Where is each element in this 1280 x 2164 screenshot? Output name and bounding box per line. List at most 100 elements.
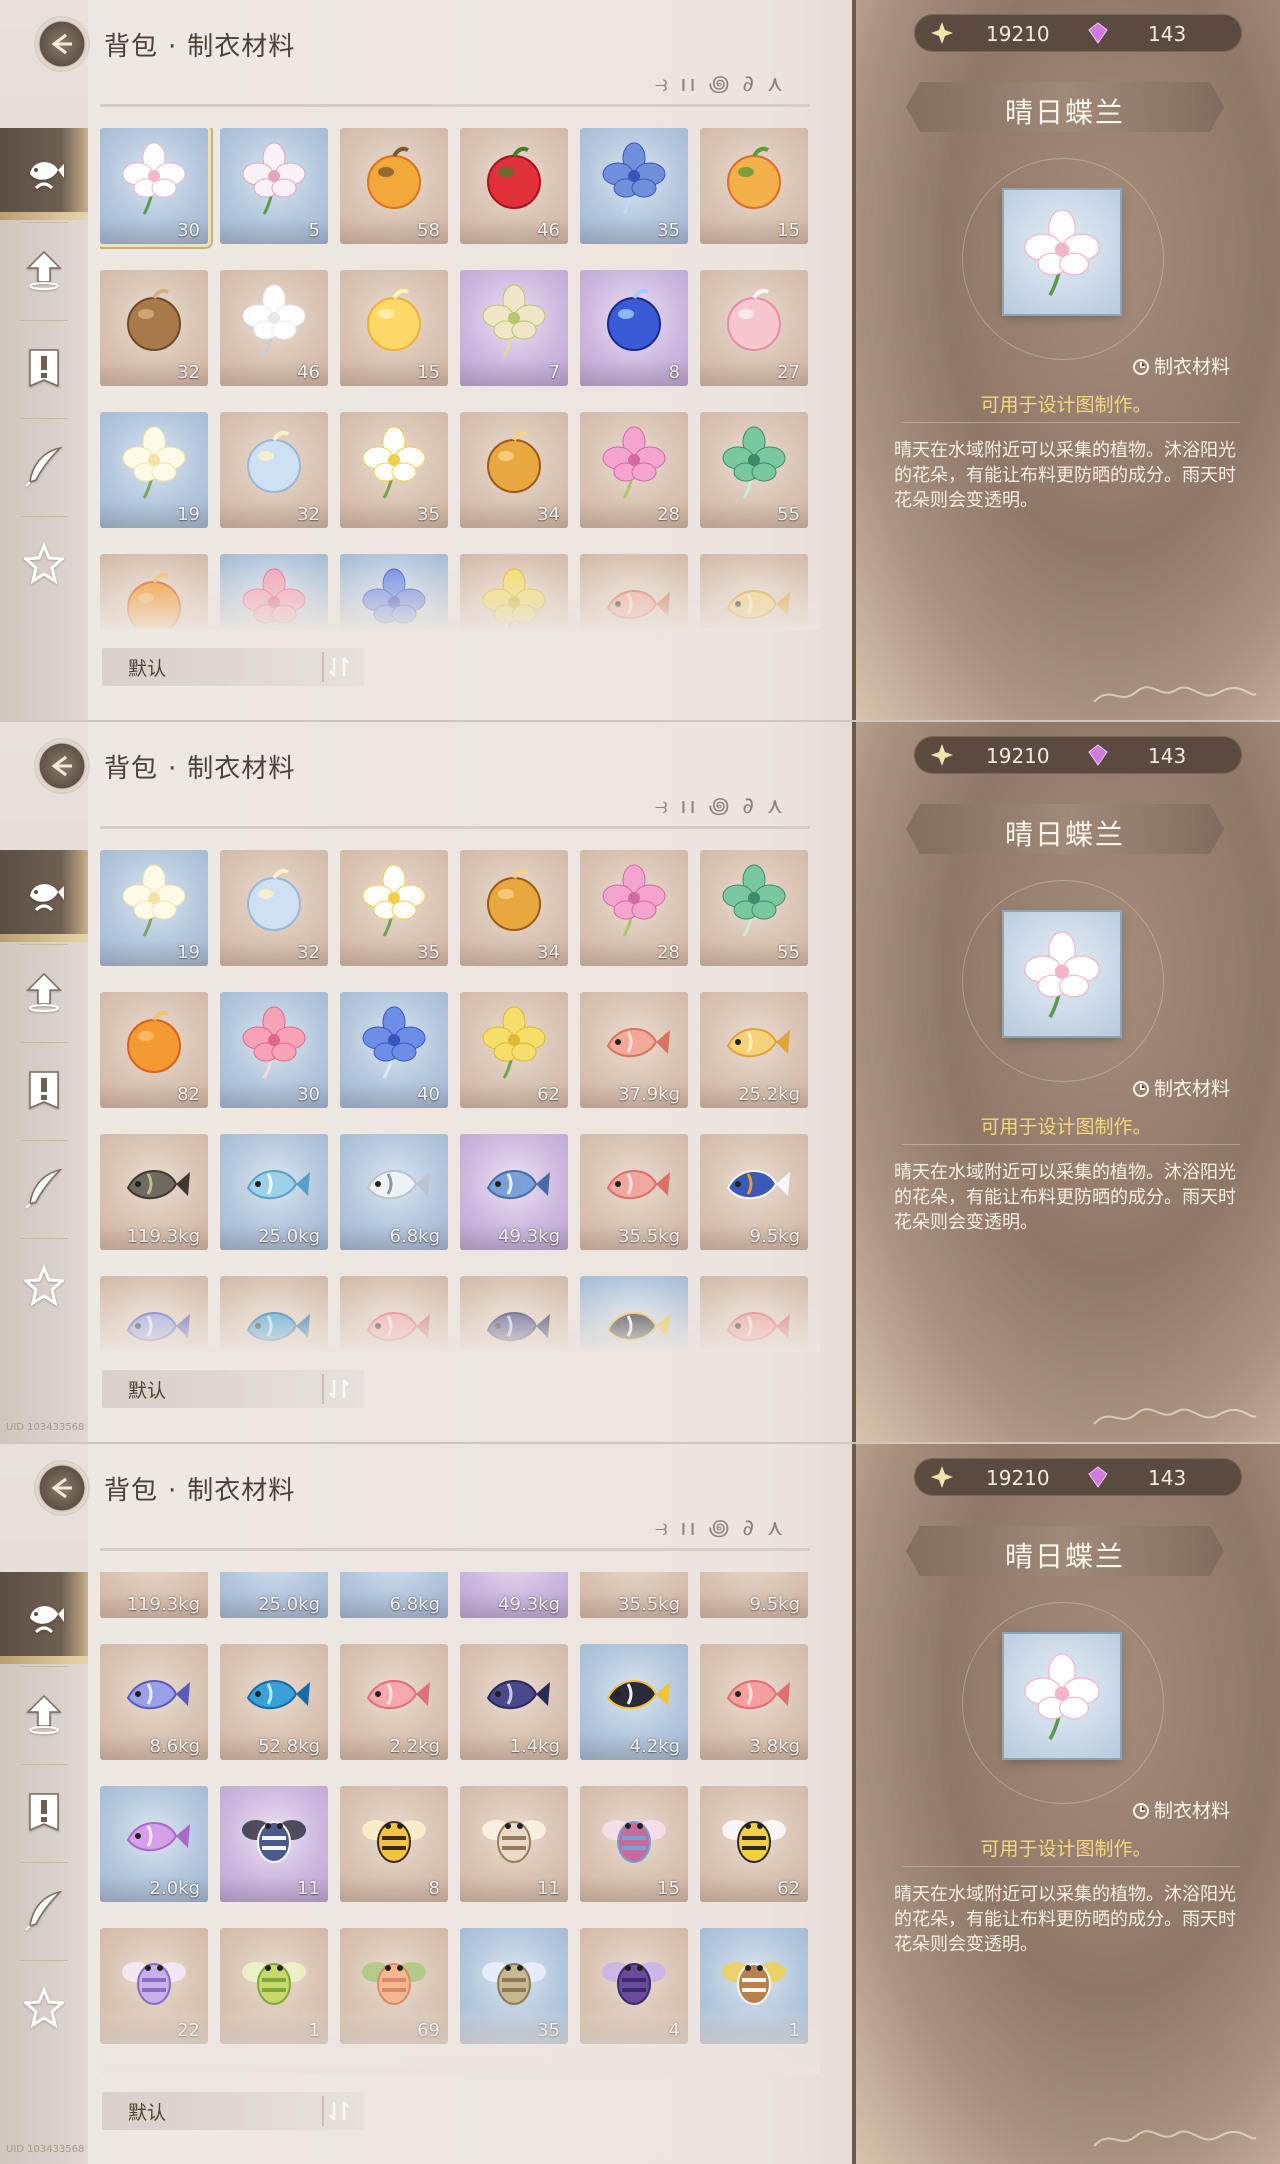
item-slot[interactable]: 1.4kg — [460, 1644, 568, 1760]
item-slot[interactable]: 32 — [220, 412, 328, 528]
rail-tab-star-outline[interactable] — [0, 1964, 88, 2056]
item-slot[interactable]: 6.8kg — [340, 1134, 448, 1250]
sort-dropdown[interactable]: 默认 — [102, 1370, 364, 1408]
rail-tab-arrow-up[interactable] — [0, 226, 88, 318]
rail-tab-star-outline[interactable] — [0, 1242, 88, 1334]
item-slot[interactable]: 34 — [460, 850, 568, 966]
item-slot[interactable]: 15 — [580, 1786, 688, 1902]
item-slot[interactable]: 1.4kg — [460, 1276, 568, 1350]
item-slot[interactable]: 46 — [220, 270, 328, 386]
item-slot[interactable]: 11 — [220, 1786, 328, 1902]
rail-tab-exclamation-banner[interactable] — [0, 1768, 88, 1860]
rail-tab-arrow-up[interactable] — [0, 1670, 88, 1762]
item-slot[interactable]: 37.9kg — [580, 992, 688, 1108]
sort-dropdown[interactable]: 默认 — [102, 2092, 364, 2130]
item-slot[interactable]: 4.2kg — [580, 1276, 688, 1350]
item-slot[interactable]: 119.3kg — [100, 1572, 208, 1618]
item-slot[interactable]: 8 — [580, 270, 688, 386]
item-slot[interactable]: 49.3kg — [460, 1134, 568, 1250]
back-button[interactable] — [36, 1462, 88, 1514]
item-slot[interactable]: 2.0kg — [100, 1786, 208, 1902]
item-slot[interactable]: 32 — [100, 270, 208, 386]
item-slot[interactable]: 25.2kg — [700, 992, 808, 1108]
item-slot[interactable]: 30 — [220, 554, 328, 628]
item-slot[interactable]: 8 — [340, 1786, 448, 1902]
item-slot[interactable]: 46 — [460, 128, 568, 244]
item-slot[interactable]: 5 — [220, 128, 328, 244]
rail-tab-fish-hand[interactable] — [0, 850, 88, 942]
item-slot[interactable]: 1 — [220, 1928, 328, 2044]
rail-tab-arrow-up[interactable] — [0, 948, 88, 1040]
item-slot[interactable]: 2.2kg — [340, 1276, 448, 1350]
item-slot[interactable]: 35.5kg — [580, 1572, 688, 1618]
sort-toggle-icon[interactable] — [322, 2096, 354, 2126]
item-slot[interactable]: 52.8kg — [220, 1644, 328, 1760]
item-slot[interactable]: 32 — [220, 850, 328, 966]
item-slot[interactable]: 69 — [340, 1928, 448, 2044]
item-grid[interactable]: 30 5 58 46 35 15 32 46 15 7 8 27 19 32 3… — [100, 128, 820, 628]
back-button[interactable] — [36, 18, 88, 70]
item-slot[interactable]: 34 — [460, 412, 568, 528]
item-slot[interactable]: 55 — [700, 412, 808, 528]
item-slot[interactable]: 25.2kg — [700, 554, 808, 628]
title-dot: · — [168, 1476, 178, 1506]
item-slot[interactable]: 35 — [460, 1928, 568, 2044]
rail-tab-star-outline[interactable] — [0, 520, 88, 612]
item-slot[interactable]: 22 — [100, 1928, 208, 2044]
rail-tab-fish-hand[interactable] — [0, 128, 88, 220]
item-slot[interactable]: 8.6kg — [100, 1644, 208, 1760]
item-slot[interactable]: 6.8kg — [340, 1572, 448, 1618]
rail-tab-fish-hand[interactable] — [0, 1572, 88, 1664]
item-slot[interactable]: 15 — [700, 128, 808, 244]
item-slot[interactable]: 35.5kg — [580, 1134, 688, 1250]
item-slot[interactable]: 40 — [340, 554, 448, 628]
rail-tab-feather-quill[interactable] — [0, 422, 88, 514]
item-slot[interactable]: 82 — [100, 992, 208, 1108]
item-slot[interactable]: 37.9kg — [580, 554, 688, 628]
item-slot[interactable]: 62 — [700, 1786, 808, 1902]
item-slot[interactable]: 49.3kg — [460, 1572, 568, 1618]
item-slot[interactable]: 3.8kg — [700, 1276, 808, 1350]
item-slot[interactable]: 28 — [580, 412, 688, 528]
item-slot[interactable]: 19 — [100, 412, 208, 528]
item-slot[interactable]: 2.2kg — [340, 1644, 448, 1760]
item-slot[interactable]: 8.6kg — [100, 1276, 208, 1350]
sort-dropdown[interactable]: 默认 — [102, 648, 364, 686]
item-slot[interactable]: 55 — [700, 850, 808, 966]
item-slot[interactable]: 4 — [580, 1928, 688, 2044]
item-slot[interactable]: 58 — [340, 128, 448, 244]
item-slot[interactable]: 30 — [220, 992, 328, 1108]
item-slot[interactable]: 52.8kg — [220, 1276, 328, 1350]
item-slot[interactable]: 40 — [340, 992, 448, 1108]
item-slot[interactable]: 9.5kg — [700, 1572, 808, 1618]
rail-tab-feather-quill[interactable] — [0, 1144, 88, 1236]
item-slot[interactable]: 1 — [700, 1928, 808, 2044]
item-slot[interactable]: 25.0kg — [220, 1134, 328, 1250]
item-slot[interactable]: 35 — [580, 128, 688, 244]
item-slot[interactable]: 11 — [460, 1786, 568, 1902]
item-slot[interactable]: 35 — [340, 850, 448, 966]
item-grid[interactable]: 119.3kg 25.0kg 6.8kg 49.3kg 35.5kg 9.5kg… — [100, 1572, 820, 2072]
item-slot[interactable]: 62 — [460, 992, 568, 1108]
item-slot[interactable]: 3.8kg — [700, 1644, 808, 1760]
item-slot[interactable]: 19 — [100, 850, 208, 966]
sort-toggle-icon[interactable] — [322, 1374, 354, 1404]
item-slot[interactable]: 25.0kg — [220, 1572, 328, 1618]
item-slot[interactable]: 7 — [460, 270, 568, 386]
item-slot[interactable]: 9.5kg — [700, 1134, 808, 1250]
item-slot[interactable]: 62 — [460, 554, 568, 628]
rail-tab-exclamation-banner[interactable] — [0, 324, 88, 416]
item-grid[interactable]: 19 32 35 34 28 55 82 30 40 62 37.9kg 25.… — [100, 850, 820, 1350]
item-slot[interactable]: 27 — [700, 270, 808, 386]
item-slot[interactable]: 30 — [100, 128, 208, 244]
item-slot[interactable]: 35 — [340, 412, 448, 528]
sort-toggle-icon[interactable] — [322, 652, 354, 682]
rail-tab-feather-quill[interactable] — [0, 1866, 88, 1958]
rail-tab-exclamation-banner[interactable] — [0, 1046, 88, 1138]
item-slot[interactable]: 28 — [580, 850, 688, 966]
item-slot[interactable]: 15 — [340, 270, 448, 386]
item-slot[interactable]: 82 — [100, 554, 208, 628]
item-slot[interactable]: 4.2kg — [580, 1644, 688, 1760]
back-button[interactable] — [36, 740, 88, 792]
item-slot[interactable]: 119.3kg — [100, 1134, 208, 1250]
